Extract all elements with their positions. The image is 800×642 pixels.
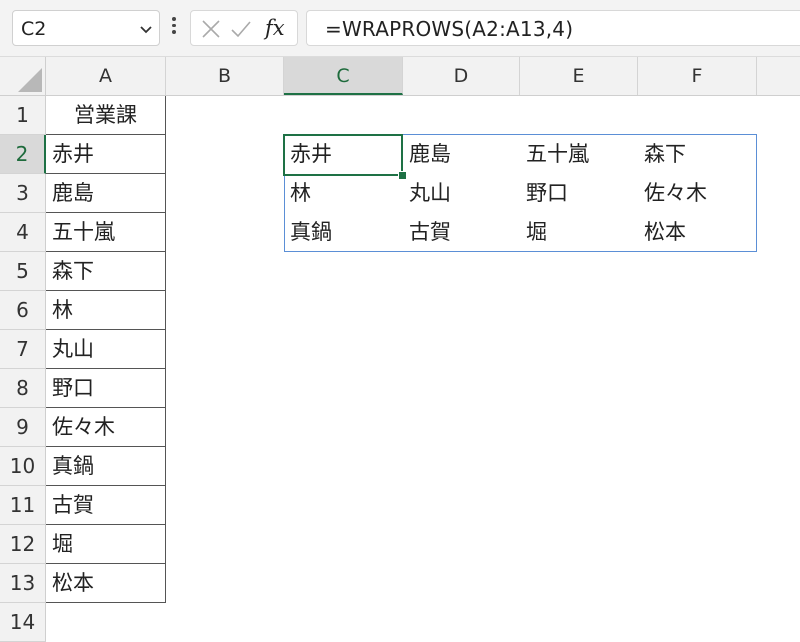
column-header-b[interactable]: B — [166, 57, 284, 95]
column-header-c[interactable]: C — [284, 57, 403, 95]
cell-e2[interactable]: 五十嵐 — [520, 135, 589, 174]
active-cell-border — [283, 134, 403, 176]
cell-a3[interactable]: 鹿島 — [46, 174, 166, 213]
cell-c3[interactable]: 林 — [284, 174, 311, 213]
name-box-value: C2 — [21, 18, 47, 40]
formula-text: =WRAPROWS(A2:A13,4) — [325, 17, 574, 41]
cell-e3[interactable]: 野口 — [520, 174, 568, 213]
row-header-14[interactable]: 14 — [0, 603, 46, 642]
formula-buttons: fx — [190, 10, 298, 46]
cell-a2[interactable]: 赤井 — [46, 135, 166, 174]
close-icon[interactable] — [200, 18, 222, 40]
row-header-3[interactable]: 3 — [0, 174, 46, 213]
row-header-12[interactable]: 12 — [0, 525, 46, 564]
cell-a7[interactable]: 丸山 — [46, 330, 166, 369]
column-header-f[interactable]: F — [638, 57, 757, 95]
cell-d3[interactable]: 丸山 — [403, 174, 451, 213]
cell-a12[interactable]: 堀 — [46, 525, 166, 564]
row-header-6[interactable]: 6 — [0, 291, 46, 330]
cell-a13[interactable]: 松本 — [46, 564, 166, 603]
cell-a9[interactable]: 佐々木 — [46, 408, 166, 447]
select-all-triangle-icon — [18, 68, 42, 92]
row-header-5[interactable]: 5 — [0, 252, 46, 291]
cell-f3[interactable]: 佐々木 — [638, 174, 707, 213]
row-header-11[interactable]: 11 — [0, 486, 46, 525]
formula-input[interactable]: =WRAPROWS(A2:A13,4) — [306, 10, 800, 46]
column-header-e[interactable]: E — [520, 57, 638, 95]
name-box[interactable]: C2 — [12, 10, 160, 46]
cell-a8[interactable]: 野口 — [46, 369, 166, 408]
row-header-8[interactable]: 8 — [0, 369, 46, 408]
cell-a10[interactable]: 真鍋 — [46, 447, 166, 486]
cell-a5[interactable]: 森下 — [46, 252, 166, 291]
row-header-7[interactable]: 7 — [0, 330, 46, 369]
cell-a1[interactable]: 営業課 — [46, 96, 166, 135]
row-header-4[interactable]: 4 — [0, 213, 46, 252]
fill-handle[interactable] — [398, 171, 407, 180]
cell-c4[interactable]: 真鍋 — [284, 213, 332, 252]
row-header-9[interactable]: 9 — [0, 408, 46, 447]
insert-function-button[interactable]: fx — [265, 13, 295, 43]
chevron-down-icon[interactable] — [137, 20, 155, 38]
column-header-d[interactable]: D — [403, 57, 520, 95]
column-header-g[interactable] — [757, 57, 800, 95]
row-header-10[interactable]: 10 — [0, 447, 46, 486]
checkmark-icon[interactable] — [230, 18, 252, 40]
cell-d4[interactable]: 古賀 — [403, 213, 451, 252]
cell-a4[interactable]: 五十嵐 — [46, 213, 166, 252]
row-header-13[interactable]: 13 — [0, 564, 46, 603]
row-header-2[interactable]: 2 — [0, 135, 46, 174]
column-header-a[interactable]: A — [46, 57, 166, 95]
cell-e4[interactable]: 堀 — [520, 213, 547, 252]
cell-f2[interactable]: 森下 — [638, 135, 686, 174]
cell-a11[interactable]: 古賀 — [46, 486, 166, 525]
cell-f4[interactable]: 松本 — [638, 213, 686, 252]
more-options-icon[interactable] — [171, 17, 177, 39]
select-all-button[interactable] — [0, 57, 46, 95]
cell-a6[interactable]: 林 — [46, 291, 166, 330]
cell-d2[interactable]: 鹿島 — [403, 135, 451, 174]
row-header-1[interactable]: 1 — [0, 96, 46, 135]
